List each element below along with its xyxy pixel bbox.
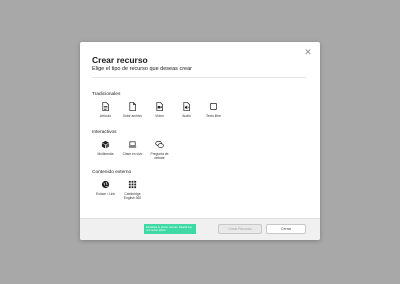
create-resource-dialog: ✕ Crear recurso Elige el tipo de recurso… bbox=[80, 42, 320, 240]
upload-file-icon bbox=[129, 102, 137, 111]
resource-option-video[interactable]: Vídeo bbox=[146, 102, 173, 118]
divider bbox=[92, 77, 306, 78]
link-icon bbox=[101, 180, 110, 189]
debate-question-icon bbox=[155, 140, 164, 148]
resource-option-multimedia[interactable]: Multimedia bbox=[92, 140, 119, 160]
resource-option-free-text[interactable]: Texto libre bbox=[200, 102, 227, 118]
resource-option-upload-file[interactable]: Subir archivo bbox=[119, 102, 146, 118]
resource-option-label: Vídeo bbox=[155, 114, 164, 118]
resource-option-cambridge-english[interactable]: Cambridge English 360 bbox=[119, 180, 146, 200]
traditional-items: Artículo Subir archivo Vídeo Audio Texto… bbox=[92, 102, 310, 118]
notice-banner: Escribiste tu primer recurso. Diseña hoy… bbox=[144, 224, 196, 234]
resource-option-label: Texto libre bbox=[205, 114, 222, 118]
section-label-interactive: Interactivos bbox=[92, 130, 117, 135]
resource-option-label: Audio bbox=[182, 114, 191, 118]
multimedia-icon bbox=[101, 140, 110, 149]
interactive-items: Multimedia Clase en vivo Pregunta de deb… bbox=[92, 140, 310, 160]
section-label-external: Contenido externo bbox=[92, 170, 132, 175]
dialog-footer: Escribiste tu primer recurso. Diseña hoy… bbox=[80, 218, 320, 240]
resource-option-label: Pregunta de debate bbox=[150, 152, 169, 160]
resource-option-label: Clase en vivo bbox=[122, 152, 143, 156]
resource-option-article[interactable]: Artículo bbox=[92, 102, 119, 118]
resource-option-label: Cambridge English 360 bbox=[123, 192, 142, 200]
resource-option-audio[interactable]: Audio bbox=[173, 102, 200, 118]
resource-option-link[interactable]: Enlace / Link bbox=[92, 180, 119, 200]
resource-option-label: Artículo bbox=[99, 114, 112, 118]
apps-grid-icon bbox=[128, 180, 137, 189]
close-icon[interactable]: ✕ bbox=[304, 48, 312, 57]
free-text-icon bbox=[209, 102, 218, 111]
dialog-subtitle: Elige el tipo de recurso que deseas crea… bbox=[92, 66, 192, 72]
dialog-title: Crear recurso bbox=[92, 55, 148, 65]
cancel-button[interactable]: Cerrar bbox=[266, 224, 306, 234]
resource-option-label: Enlace / Link bbox=[96, 192, 115, 196]
live-class-icon bbox=[128, 141, 137, 148]
video-icon bbox=[156, 102, 164, 111]
resource-option-label: Multimedia bbox=[97, 152, 114, 156]
resource-option-debate-question[interactable]: Pregunta de debate bbox=[146, 140, 173, 160]
resource-option-live-class[interactable]: Clase en vivo bbox=[119, 140, 146, 160]
resource-option-label: Subir archivo bbox=[122, 114, 143, 118]
create-resource-button[interactable]: Crear Recurso bbox=[218, 224, 262, 234]
audio-icon bbox=[183, 102, 191, 111]
external-items: Enlace / Link Cambridge English 360 bbox=[92, 180, 310, 200]
section-label-traditional: Tradicionales bbox=[92, 92, 121, 97]
article-icon bbox=[102, 102, 110, 111]
